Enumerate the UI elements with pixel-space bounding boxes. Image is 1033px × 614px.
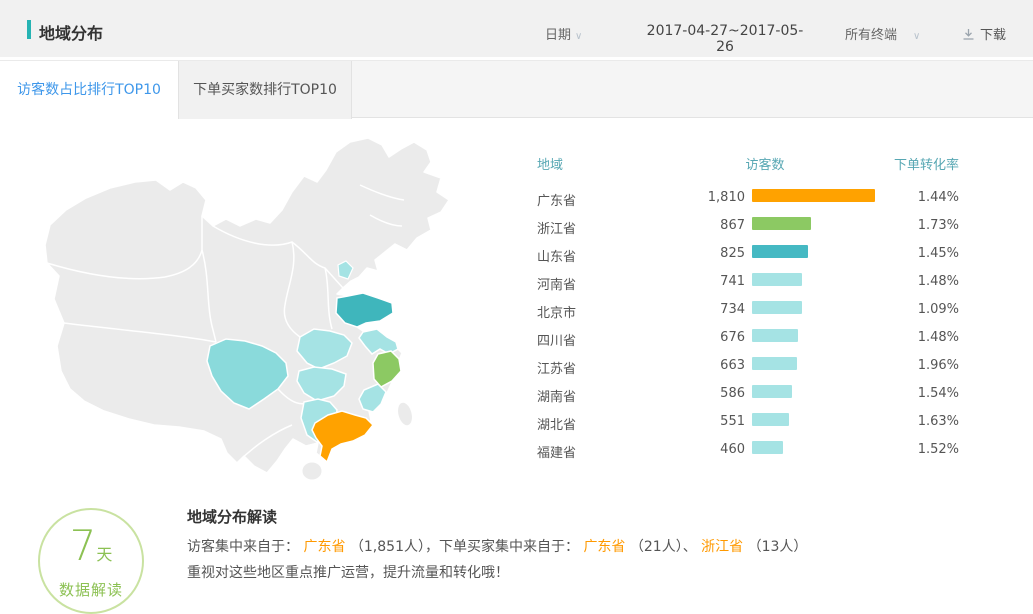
table-row[interactable]: 广东省 1,810 1.44%: [537, 184, 959, 212]
column-header-region: 地域: [537, 154, 563, 173]
visitors-cell: 1,810: [655, 190, 745, 205]
table-row[interactable]: 四川省 676 1.48%: [537, 324, 959, 352]
visitors-cell: 586: [655, 386, 745, 401]
conversion-cell: 1.09%: [918, 302, 959, 317]
conversion-cell: 1.44%: [918, 190, 959, 205]
map-province-guangdong[interactable]: [312, 411, 373, 462]
table-row[interactable]: 河南省 741 1.48%: [537, 268, 959, 296]
visitors-cell: 551: [655, 414, 745, 429]
visitor-bar: [752, 385, 792, 398]
region-table: 地域 访客数 下单转化率 广东省 1,810 1.44% 浙江省 867 1.7…: [537, 150, 959, 464]
insight-title: 地域分布解读: [187, 506, 277, 527]
table-row[interactable]: 湖南省 586 1.54%: [537, 380, 959, 408]
download-button-label: 下载: [980, 28, 1006, 43]
region-cell: 河南省: [537, 274, 576, 293]
region-cell: 山东省: [537, 246, 576, 265]
terminal-dropdown-label: 所有终端: [845, 28, 897, 43]
insight-text: （1,851人），下单买家集中来自于：: [345, 539, 583, 555]
visitor-bar: [752, 189, 875, 202]
conversion-cell: 1.48%: [918, 330, 959, 345]
visitor-bar: [752, 413, 789, 426]
tab-visitors-top10[interactable]: 访客数占比排行TOP10: [0, 61, 178, 120]
visitor-bar: [752, 245, 808, 258]
badge-unit: 天: [96, 545, 112, 564]
chevron-down-icon: ∨: [575, 31, 582, 42]
table-row[interactable]: 山东省 825 1.45%: [537, 240, 959, 268]
tab-buyers-top10[interactable]: 下单买家数排行TOP10: [178, 61, 352, 119]
map-province-shandong[interactable]: [336, 293, 393, 327]
download-button[interactable]: 下载: [962, 24, 1006, 45]
visitors-cell: 867: [655, 218, 745, 233]
region-cell: 四川省: [537, 330, 576, 349]
region-cell: 北京市: [537, 302, 576, 321]
date-dropdown-label: 日期: [545, 28, 571, 43]
visitors-cell: 460: [655, 442, 745, 457]
visitor-bar: [752, 441, 783, 454]
visitor-bar: [752, 329, 798, 342]
table-row[interactable]: 江苏省 663 1.96%: [537, 352, 959, 380]
visitor-bar: [752, 273, 802, 286]
table-row[interactable]: 福建省 460 1.52%: [537, 436, 959, 464]
insight-text: 访客集中来自于：: [187, 539, 303, 555]
region-cell: 浙江省: [537, 218, 576, 237]
chevron-down-icon: ∨: [913, 31, 920, 42]
conversion-cell: 1.63%: [918, 414, 959, 429]
conversion-cell: 1.45%: [918, 246, 959, 261]
title-accent-bar: [27, 20, 31, 39]
conversion-cell: 1.96%: [918, 358, 959, 373]
insight-text: （21人）、: [625, 539, 701, 555]
visitors-cell: 825: [655, 246, 745, 261]
region-cell: 湖北省: [537, 414, 576, 433]
insight-province-link[interactable]: 广东省: [303, 539, 345, 555]
badge-caption: 数据解读: [40, 579, 142, 600]
conversion-cell: 1.48%: [918, 274, 959, 289]
date-range-value[interactable]: 2017-04-27~2017-05-26: [645, 23, 805, 55]
region-cell: 江苏省: [537, 358, 576, 377]
insight-province-link[interactable]: 浙江省: [701, 539, 743, 555]
page-title: 地域分布: [39, 20, 103, 44]
map-taiwan-island[interactable]: [395, 401, 415, 428]
badge-number: 7: [70, 521, 97, 570]
insight-line1: 访客集中来自于： 广东省 （1,851人），下单买家集中来自于： 广东省 （21…: [187, 536, 987, 556]
region-cell: 广东省: [537, 190, 576, 209]
map-hainan-island[interactable]: [302, 462, 322, 480]
region-table-body: 广东省 1,810 1.44% 浙江省 867 1.73% 山东省 825 1.…: [537, 184, 959, 464]
download-icon: [962, 28, 975, 45]
insight-text: （13人）: [743, 539, 807, 555]
insight-line2: 重视对这些地区重点推广运营，提升流量和转化哦！: [187, 562, 987, 582]
conversion-cell: 1.52%: [918, 442, 959, 457]
table-row[interactable]: 北京市 734 1.09%: [537, 296, 959, 324]
tab-strip: 访客数占比排行TOP10 下单买家数排行TOP10: [0, 60, 1033, 118]
column-header-visitors: 访客数: [705, 154, 825, 173]
terminal-dropdown[interactable]: 所有终端 ∨: [845, 24, 920, 43]
visitor-bar: [752, 217, 811, 230]
region-cell: 湖南省: [537, 386, 576, 405]
visitors-cell: 676: [655, 330, 745, 345]
date-dropdown[interactable]: 日期 ∨: [545, 24, 582, 43]
region-cell: 福建省: [537, 442, 576, 461]
conversion-cell: 1.54%: [918, 386, 959, 401]
region-table-header: 地域 访客数 下单转化率: [537, 150, 959, 184]
china-map: [30, 130, 500, 495]
map-province-zhejiang[interactable]: [373, 351, 401, 387]
visitors-cell: 734: [655, 302, 745, 317]
conversion-cell: 1.73%: [918, 218, 959, 233]
seven-day-insight-badge: 7天 数据解读: [38, 508, 144, 614]
table-row[interactable]: 浙江省 867 1.73%: [537, 212, 959, 240]
visitors-cell: 741: [655, 274, 745, 289]
header-bar: 地域分布 日期 ∨ 2017-04-27~2017-05-26 所有终端 ∨ 下载: [0, 0, 1033, 57]
column-header-conversion: 下单转化率: [894, 154, 959, 173]
visitor-bar: [752, 301, 802, 314]
table-row[interactable]: 湖北省 551 1.63%: [537, 408, 959, 436]
visitors-cell: 663: [655, 358, 745, 373]
visitor-bar: [752, 357, 797, 370]
insight-province-link[interactable]: 广东省: [583, 539, 625, 555]
